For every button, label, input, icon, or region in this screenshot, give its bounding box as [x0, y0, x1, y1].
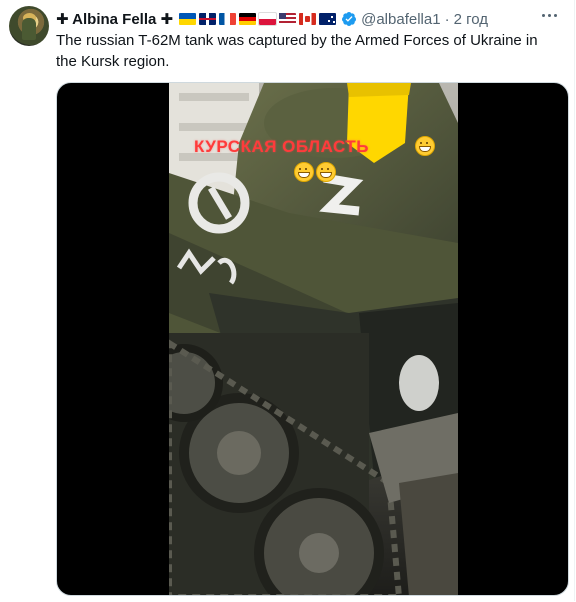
flag-usa-icon — [279, 13, 297, 25]
video-player[interactable]: КУРСКАЯ ОБЛАСТЬ — [56, 82, 569, 596]
grinning-face-icon — [415, 136, 435, 156]
author-handle[interactable]: @albafella1 — [361, 11, 440, 28]
flag-uk-icon — [199, 13, 217, 25]
tank-photo — [169, 83, 458, 595]
tweet-header: ✚ Albina Fella ✚ @albafella1 · 2 год — [56, 9, 488, 29]
grinning-face-icon — [294, 162, 314, 182]
author-name[interactable]: ✚ Albina Fella ✚ — [56, 10, 173, 28]
separator-dot: · — [444, 10, 450, 28]
video-overlay-caption: КУРСКАЯ ОБЛАСТЬ — [194, 137, 369, 156]
tweet-text: The russian T-62M tank was captured by t… — [56, 32, 538, 70]
flag-australia-icon — [319, 13, 337, 25]
tweet-timestamp[interactable]: 2 год — [454, 11, 488, 28]
more-options-icon[interactable] — [542, 11, 562, 19]
flag-list — [179, 12, 337, 26]
flag-france-icon — [219, 13, 237, 25]
flag-germany-icon — [239, 13, 257, 25]
avatar-figure — [22, 18, 36, 40]
flag-ukraine-icon — [179, 13, 197, 25]
flag-poland-icon — [258, 12, 278, 26]
avatar[interactable] — [9, 6, 49, 46]
video-frame: КУРСКАЯ ОБЛАСТЬ — [169, 83, 458, 595]
verified-badge-icon — [342, 12, 357, 26]
flag-canada-icon — [299, 13, 317, 25]
grinning-face-icon — [316, 162, 336, 182]
